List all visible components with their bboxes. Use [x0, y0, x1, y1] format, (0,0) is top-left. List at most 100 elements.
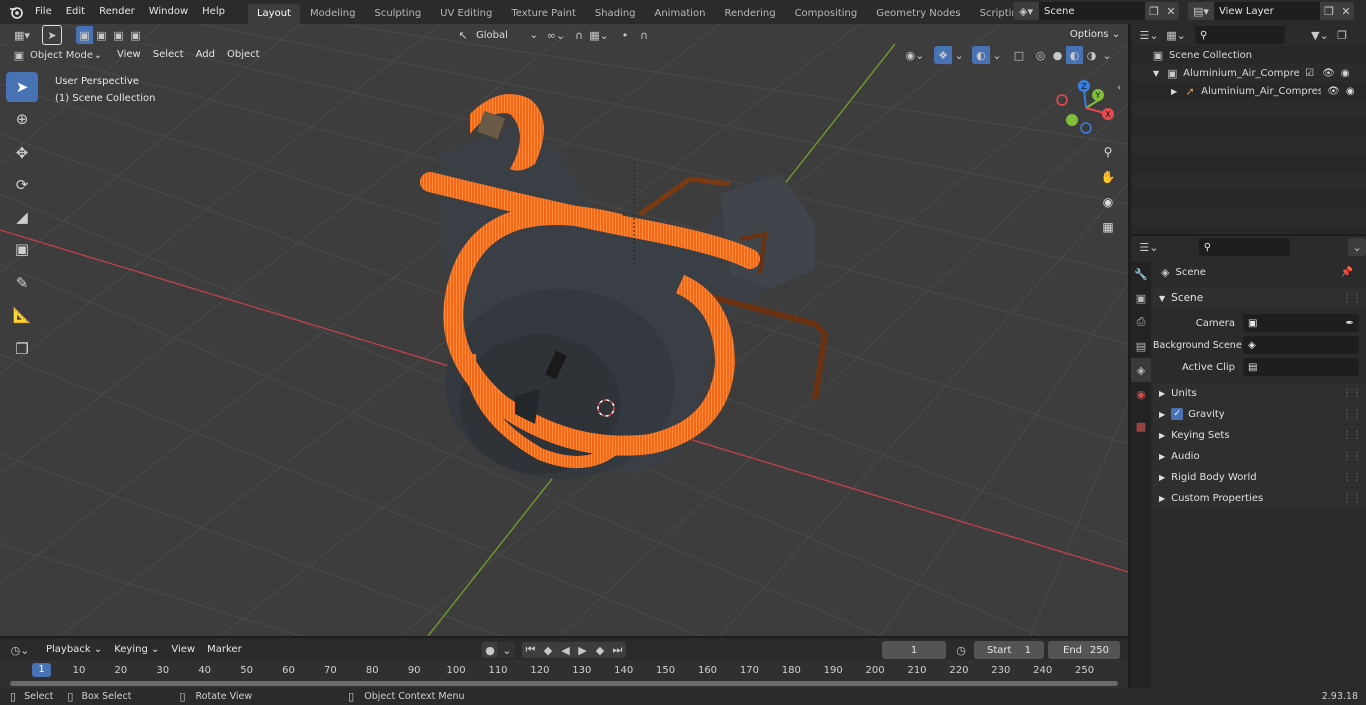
- active-clip-field[interactable]: ▤: [1243, 358, 1359, 376]
- add-cube-tool-icon[interactable]: ❐: [6, 334, 38, 364]
- play-icon[interactable]: ▶: [574, 642, 591, 658]
- outliner-row-object[interactable]: ▶ ➚ Aluminium_Air_Compres 👁 ◉: [1131, 82, 1366, 100]
- drag-handle-icon[interactable]: ⋮⋮: [1342, 409, 1362, 420]
- tool-tab-icon[interactable]: 🔧: [1131, 262, 1151, 286]
- select-intersect-icon[interactable]: ▣: [127, 26, 144, 44]
- menu-file[interactable]: File: [28, 2, 59, 22]
- solid-shading-icon[interactable]: ●: [1049, 46, 1066, 64]
- background-scene-field[interactable]: ◈: [1243, 336, 1359, 354]
- audio-panel-header[interactable]: ▶ Audio ⋮⋮: [1153, 446, 1366, 466]
- tab-shading[interactable]: Shading: [586, 4, 645, 24]
- keying-sets-panel-header[interactable]: ▶ Keying Sets ⋮⋮: [1153, 425, 1366, 445]
- menu-object[interactable]: Object: [221, 46, 266, 64]
- new-collection-icon[interactable]: ❐: [1333, 26, 1351, 44]
- eyedropper-icon[interactable]: ✒: [1346, 318, 1354, 329]
- menu-view[interactable]: View: [111, 46, 147, 64]
- filter-icon[interactable]: ▼⌄: [1307, 26, 1333, 44]
- delete-view-layer-icon[interactable]: ✕: [1338, 2, 1354, 20]
- outliner-editor-icon[interactable]: ☰⌄: [1135, 26, 1163, 44]
- viewport-3d[interactable]: User Perspective (1) Scene Collection Z …: [0, 24, 1128, 636]
- view-layer-field[interactable]: View Layer: [1214, 2, 1320, 20]
- menu-marker[interactable]: Marker: [201, 641, 248, 659]
- select-box-tool-icon[interactable]: ➤: [6, 72, 38, 102]
- mode-selector[interactable]: ▣ Object Mode ⌄: [8, 46, 106, 64]
- gizmo-toggle-icon[interactable]: ❖: [934, 46, 952, 64]
- expand-down-icon[interactable]: ▼: [1153, 69, 1159, 78]
- display-mode-icon[interactable]: ▦⌄: [1163, 26, 1189, 44]
- gravity-checkbox[interactable]: ✓: [1171, 408, 1184, 420]
- snap-toggle-icon[interactable]: ∩: [570, 26, 588, 44]
- zoom-icon[interactable]: ⚲: [1096, 140, 1120, 164]
- tab-texture-paint[interactable]: Texture Paint: [502, 4, 585, 24]
- scene-tab-icon[interactable]: ◈: [1131, 358, 1151, 382]
- tab-sculpting[interactable]: Sculpting: [365, 4, 430, 24]
- gravity-panel-header[interactable]: ▶ ✓ Gravity ⋮⋮: [1153, 404, 1366, 424]
- select-subtract-icon[interactable]: ▣: [110, 26, 127, 44]
- delete-scene-icon[interactable]: ✕: [1163, 2, 1179, 20]
- drag-handle-icon[interactable]: ⋮⋮: [1342, 472, 1362, 483]
- overlays-menu-icon[interactable]: ⌄: [990, 46, 1004, 64]
- camera-field[interactable]: ▣ ✒: [1243, 314, 1359, 332]
- scale-tool-icon[interactable]: ◢: [6, 202, 38, 232]
- end-frame-field[interactable]: End 250: [1048, 641, 1120, 659]
- rendered-shading-icon[interactable]: ◑: [1083, 46, 1100, 64]
- properties-editor-icon[interactable]: ☰⌄: [1135, 238, 1163, 256]
- select-new-icon[interactable]: ▣: [76, 26, 93, 44]
- overlays-toggle-icon[interactable]: ◐: [972, 46, 990, 64]
- scene-selector[interactable]: ◈▾ Scene ❐ ✕: [1013, 2, 1179, 20]
- render-tab-icon[interactable]: ▣: [1131, 286, 1151, 310]
- proportional-edit-icon[interactable]: •: [616, 26, 634, 44]
- next-keyframe-icon[interactable]: ◆: [591, 642, 609, 658]
- exclude-checkbox-icon[interactable]: ☑: [1305, 68, 1314, 79]
- scene-section-header[interactable]: ▼ Scene ⋮⋮: [1153, 288, 1366, 308]
- drag-handle-icon[interactable]: ⋮⋮: [1342, 388, 1362, 399]
- sidebar-toggle-icon[interactable]: ‹: [1112, 76, 1126, 100]
- move-tool-icon[interactable]: ✥: [6, 138, 38, 168]
- menu-help[interactable]: Help: [195, 2, 232, 22]
- menu-add[interactable]: Add: [190, 46, 221, 64]
- pan-hand-icon[interactable]: ✋: [1096, 165, 1120, 189]
- tab-uv-editing[interactable]: UV Editing: [431, 4, 501, 24]
- camera-icon[interactable]: ◉: [1346, 86, 1355, 97]
- air-compressor-model[interactable]: [420, 94, 829, 479]
- falloff-icon[interactable]: ∩: [634, 26, 654, 44]
- menu-select[interactable]: Select: [147, 46, 190, 64]
- outliner-row-collection[interactable]: ▼ ▣ Aluminium_Air_Compressor_f ☑ 👁 ◉: [1131, 64, 1366, 82]
- drag-handle-icon[interactable]: ⋮⋮: [1342, 430, 1362, 441]
- pin-icon[interactable]: 📌: [1341, 267, 1353, 278]
- expand-right-icon[interactable]: ▶: [1171, 87, 1177, 96]
- menu-keying[interactable]: Keying ⌄: [108, 641, 165, 659]
- xray-toggle-icon[interactable]: □: [1010, 46, 1028, 64]
- frame-ruler[interactable]: 1 10 20 30 40 50 60 70 80 90 100 110 120 130 140 150 16…: [0, 660, 1128, 688]
- select-extend-icon[interactable]: ▣: [93, 26, 110, 44]
- timeline-scrollbar[interactable]: [10, 681, 1118, 686]
- drag-handle-icon[interactable]: ⋮⋮: [1342, 493, 1362, 504]
- perspective-toggle-icon[interactable]: ▦: [1096, 215, 1120, 239]
- new-view-layer-icon[interactable]: ❐: [1320, 2, 1338, 20]
- drag-handle-icon[interactable]: ⋮⋮: [1342, 293, 1362, 304]
- tab-animation[interactable]: Animation: [646, 4, 715, 24]
- menu-playback[interactable]: Playback ⌄: [40, 641, 108, 659]
- eye-icon[interactable]: 👁: [1327, 86, 1340, 97]
- gizmo-menu-icon[interactable]: ⌄: [952, 46, 966, 64]
- menu-render[interactable]: Render: [92, 2, 142, 22]
- timeline-editor-icon[interactable]: ◷⌄: [6, 641, 34, 659]
- tweak-tool-icon[interactable]: ➤: [42, 25, 62, 45]
- material-shading-icon[interactable]: ◐: [1066, 46, 1083, 64]
- camera-icon[interactable]: ◉: [1341, 68, 1350, 79]
- wireframe-shading-icon[interactable]: ◎: [1032, 46, 1049, 64]
- prev-keyframe-icon[interactable]: ◆: [539, 642, 557, 658]
- playhead[interactable]: 1: [32, 663, 51, 677]
- play-reverse-icon[interactable]: ◀: [557, 642, 574, 658]
- outliner-search-input[interactable]: ⚲: [1195, 26, 1285, 44]
- drag-handle-icon[interactable]: ⋮⋮: [1342, 451, 1362, 462]
- snap-target-icon[interactable]: ▦⌄: [588, 26, 610, 44]
- tab-rendering[interactable]: Rendering: [715, 4, 784, 24]
- properties-options-icon[interactable]: ⌄: [1348, 238, 1366, 256]
- record-options-icon[interactable]: ⌄: [499, 642, 515, 658]
- texture-tab-icon[interactable]: ▩: [1131, 414, 1151, 438]
- scene-name-field[interactable]: Scene: [1039, 2, 1145, 20]
- menu-window[interactable]: Window: [142, 2, 195, 22]
- view-layer-selector[interactable]: ▤▾ View Layer ❐ ✕: [1188, 2, 1354, 20]
- visibility-icon[interactable]: ◉⌄: [902, 46, 928, 64]
